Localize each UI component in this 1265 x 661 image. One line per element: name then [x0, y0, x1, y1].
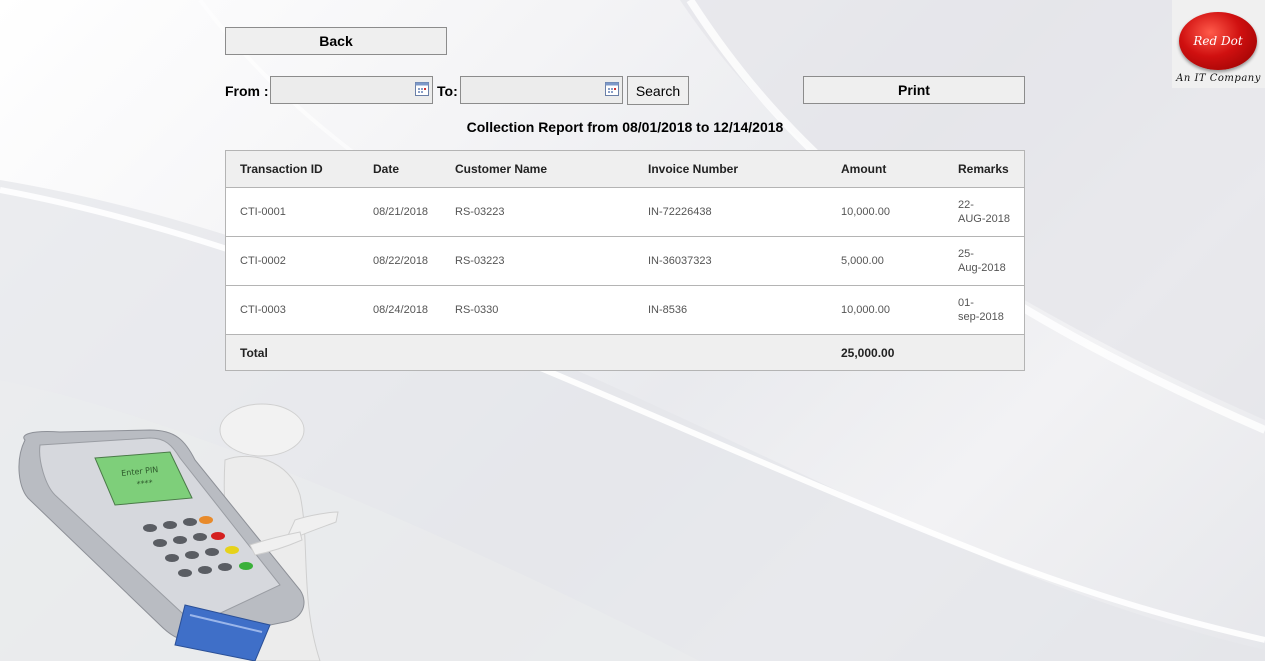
from-label: From : — [225, 83, 269, 99]
remarks-line-2: AUG-2018 — [958, 213, 1010, 225]
column-header-amount: Amount — [827, 150, 944, 188]
total-row: Total 25,000.00 — [225, 334, 1025, 371]
to-date-input[interactable] — [461, 77, 622, 103]
column-header-transaction-id: Transaction ID — [225, 150, 359, 188]
calendar-icon[interactable] — [605, 82, 619, 96]
from-date-field[interactable] — [270, 76, 433, 104]
table-row: CTI-0003 08/24/2018 RS-0330 IN-8536 10,0… — [225, 285, 1025, 335]
logo-name: Red Dot — [1193, 34, 1243, 48]
remarks-line-1: 01- — [958, 297, 974, 309]
cell-amount: 10,000.00 — [827, 285, 944, 335]
cell-transaction-id: CTI-0002 — [225, 236, 359, 286]
table-header-row: Transaction ID Date Customer Name Invoic… — [225, 150, 1025, 188]
to-label: To: — [437, 83, 458, 99]
remarks-line-1: 25- — [958, 248, 974, 260]
terminal-pin-mask: **** — [136, 478, 153, 489]
print-button[interactable]: Print — [803, 76, 1025, 104]
total-amount: 25,000.00 — [827, 334, 944, 371]
cell-date: 08/21/2018 — [359, 187, 441, 237]
cell-date: 08/22/2018 — [359, 236, 441, 286]
cell-amount: 10,000.00 — [827, 187, 944, 237]
logo-tagline: An IT Company — [1176, 73, 1261, 84]
cell-customer-name: RS-0330 — [441, 285, 634, 335]
report-title: Collection Report from 08/01/2018 to 12/… — [466, 119, 784, 135]
search-button[interactable]: Search — [627, 76, 689, 105]
company-logo: Red Dot An IT Company — [1172, 0, 1265, 88]
from-date-input[interactable] — [271, 77, 432, 103]
cell-transaction-id: CTI-0003 — [225, 285, 359, 335]
logo-emblem: Red Dot — [1179, 12, 1257, 70]
column-header-invoice-number: Invoice Number — [634, 150, 827, 188]
cell-remarks: 01- sep-2018 — [944, 285, 1025, 335]
remarks-line-1: 22- — [958, 199, 974, 211]
cell-invoice-number: IN-72226438 — [634, 187, 827, 237]
cell-invoice-number: IN-8536 — [634, 285, 827, 335]
column-header-remarks: Remarks — [944, 150, 1025, 188]
cell-remarks: 25- Aug-2018 — [944, 236, 1025, 286]
calendar-icon[interactable] — [415, 82, 429, 96]
cell-customer-name: RS-03223 — [441, 187, 634, 237]
table-row: CTI-0002 08/22/2018 RS-03223 IN-36037323… — [225, 236, 1025, 286]
cell-invoice-number: IN-36037323 — [634, 236, 827, 286]
column-header-date: Date — [359, 150, 441, 188]
table-row: CTI-0001 08/21/2018 RS-03223 IN-72226438… — [225, 187, 1025, 237]
column-header-customer-name: Customer Name — [441, 150, 634, 188]
back-button[interactable]: Back — [225, 27, 447, 55]
remarks-line-2: Aug-2018 — [958, 262, 1006, 274]
total-label: Total — [225, 334, 359, 371]
remarks-line-2: sep-2018 — [958, 311, 1004, 323]
cell-customer-name: RS-03223 — [441, 236, 634, 286]
cell-amount: 5,000.00 — [827, 236, 944, 286]
cell-transaction-id: CTI-0001 — [225, 187, 359, 237]
collection-report-table: Transaction ID Date Customer Name Invoic… — [225, 150, 1025, 371]
card-terminal-illustration: Enter PIN **** — [18, 403, 339, 661]
cell-date: 08/24/2018 — [359, 285, 441, 335]
to-date-field[interactable] — [460, 76, 623, 104]
cell-remarks: 22- AUG-2018 — [944, 187, 1025, 237]
